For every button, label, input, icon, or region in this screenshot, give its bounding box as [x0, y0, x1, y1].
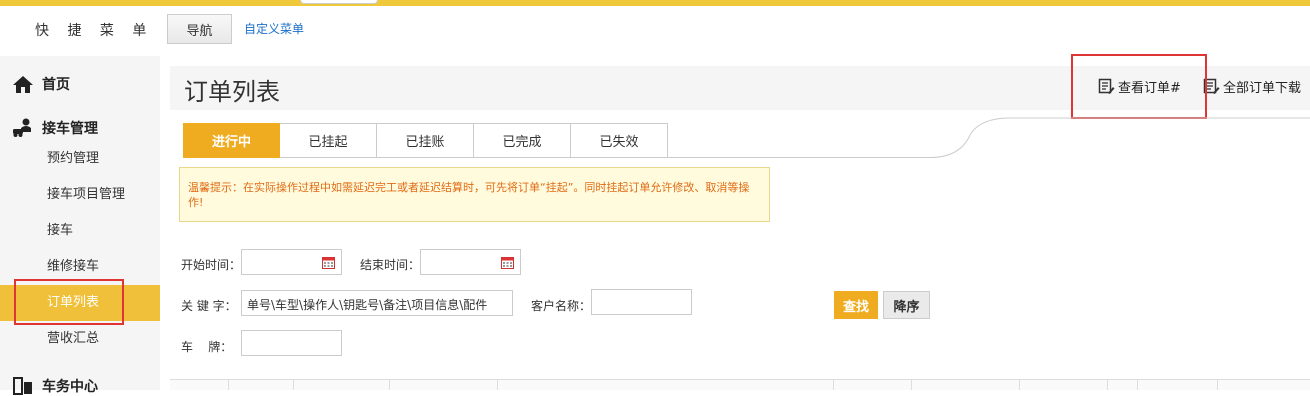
keyword-input[interactable]: 单号\车型\操作人\钥匙号\备注\项目信息\配件	[241, 290, 513, 316]
vehicle-center-icon	[13, 377, 32, 395]
order-table-header	[170, 379, 1310, 390]
sidebar-section-pickup-label: 接车管理	[42, 121, 98, 137]
highlight-box-order-list	[14, 279, 124, 325]
sidebar-item-pickup-projects[interactable]: 接车项目管理	[0, 177, 160, 213]
custom-menu-link[interactable]: 自定义菜单	[244, 20, 304, 37]
end-time-field[interactable]	[420, 249, 521, 275]
order-status-tabs: 进行中 已挂起 已挂账 已完成 已失效	[183, 123, 668, 158]
calendar-icon[interactable]	[501, 256, 514, 269]
top-accent-bar	[0, 0, 1310, 6]
tab-in-progress[interactable]: 进行中	[183, 123, 280, 158]
sidebar: 首页 接车管理 预约管理 接车项目管理 接车 维修接车 订单列表 营收汇总 车务…	[0, 56, 160, 395]
sort-descending-button[interactable]: 降序	[883, 291, 930, 319]
table-column-divider	[389, 379, 390, 390]
plate-input[interactable]	[241, 330, 342, 356]
calendar-icon[interactable]	[322, 256, 335, 269]
table-column-divider	[293, 379, 294, 390]
sidebar-item-revenue-summary[interactable]: 营收汇总	[0, 321, 160, 357]
table-column-divider	[228, 379, 229, 390]
keyword-label: 关 键 字：	[181, 299, 237, 313]
start-time-label: 开始时间：	[181, 258, 242, 272]
table-column-divider	[1019, 379, 1020, 390]
sidebar-home-label: 首页	[42, 77, 70, 93]
tip-notice: 温馨提示：在实际操作过程中如需延迟完工或者延迟结算时，可先将订单“挂起”。同时挂…	[179, 167, 770, 222]
page-title: 订单列表	[184, 78, 280, 106]
tab-bar-curve	[660, 117, 1310, 158]
table-column-divider	[1107, 379, 1108, 390]
sidebar-item-appointments[interactable]: 预约管理	[0, 141, 160, 177]
customer-name-label: 客户名称：	[531, 299, 592, 313]
sidebar-section-vehicle-center-label: 车务中心	[42, 379, 98, 395]
quick-menu-label: 快 捷 菜 单 ：	[35, 23, 186, 39]
plate-label: 车 牌：	[181, 340, 233, 354]
nav-button[interactable]: 导航	[167, 14, 232, 44]
end-time-label: 结束时间：	[360, 258, 421, 272]
tab-on-credit[interactable]: 已挂账	[377, 123, 474, 158]
table-column-divider	[497, 379, 498, 390]
start-time-field[interactable]	[241, 249, 342, 275]
tab-completed[interactable]: 已完成	[474, 123, 571, 158]
home-icon	[13, 76, 33, 93]
download-all-orders-button[interactable]: 全部订单下载	[1203, 77, 1301, 96]
table-column-divider	[911, 379, 912, 390]
tab-expired[interactable]: 已失效	[571, 123, 668, 158]
table-column-divider	[1137, 379, 1138, 390]
sidebar-item-pickup[interactable]: 接车	[0, 213, 160, 249]
top-bar-notch	[300, 0, 378, 4]
sidebar-section-pickup[interactable]: 接车管理	[12, 118, 98, 138]
sidebar-section-vehicle-center[interactable]: 车务中心	[12, 376, 98, 396]
search-button[interactable]: 查找	[834, 291, 878, 319]
sidebar-home[interactable]: 首页	[12, 74, 70, 94]
table-column-divider	[833, 379, 834, 390]
customer-name-input[interactable]	[591, 289, 692, 315]
user-car-icon	[13, 118, 31, 137]
download-all-orders-label: 全部订单下载	[1223, 81, 1302, 96]
table-column-divider	[1217, 379, 1218, 390]
tab-suspended[interactable]: 已挂起	[280, 123, 377, 158]
